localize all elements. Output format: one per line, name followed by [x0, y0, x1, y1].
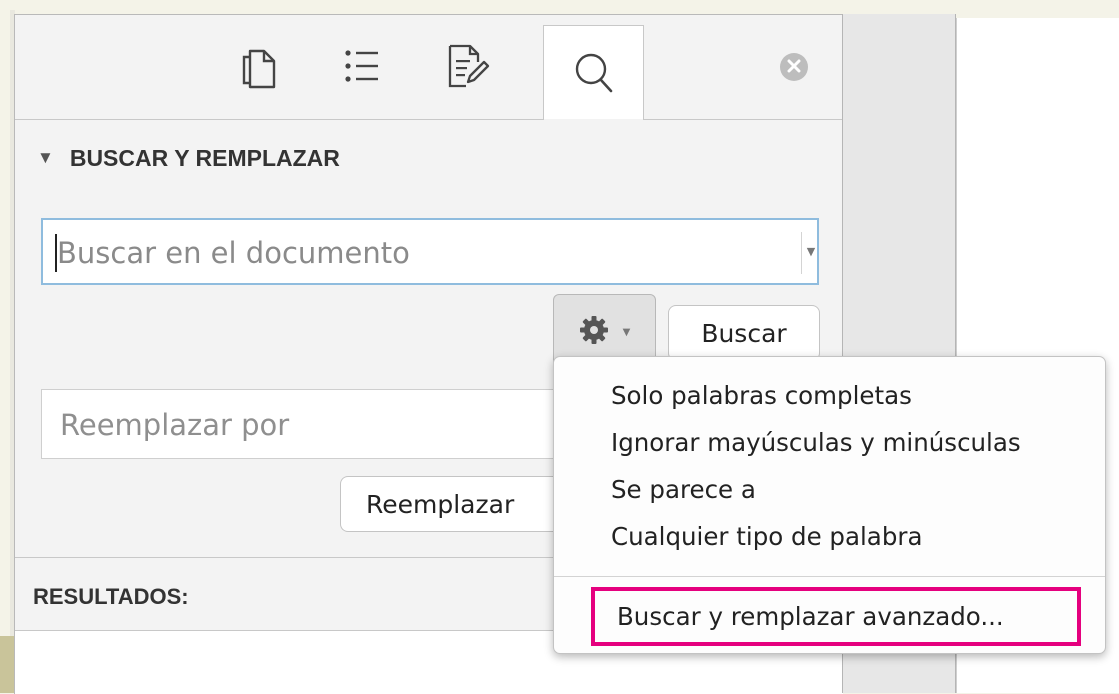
results-header: RESULTADOS: — [33, 584, 189, 609]
section-title: BUSCAR Y REMPLAZAR — [69, 144, 340, 171]
replace-input-box[interactable] — [41, 389, 561, 459]
menu-item-whole-words[interactable]: Solo palabras completas — [611, 377, 912, 415]
search-history-dropdown[interactable]: ▼ — [803, 220, 819, 283]
close-icon — [787, 58, 801, 77]
tab-pages[interactable] — [223, 25, 293, 107]
gear-icon — [579, 315, 609, 349]
decorative-corner — [0, 636, 14, 693]
replace-input[interactable] — [58, 402, 542, 448]
search-options-menu: Solo palabras completas Ignorar mayúscul… — [553, 356, 1106, 654]
menu-item-sounds-like[interactable]: Se parece a — [611, 471, 756, 509]
tab-strip-border — [15, 119, 843, 120]
chevron-down-icon: ▼ — [622, 326, 631, 338]
text-caret — [55, 234, 57, 272]
search-icon — [573, 51, 615, 95]
section-header-find-replace[interactable]: ▼ BUSCAR Y REMPLAZAR — [37, 140, 340, 176]
menu-item-match-case[interactable]: Ignorar mayúsculas y minúsculas — [611, 424, 1021, 462]
pages-icon — [238, 43, 278, 89]
menu-separator — [554, 576, 1105, 577]
tab-search[interactable] — [543, 25, 644, 120]
search-input[interactable] — [55, 230, 759, 276]
close-pane-button[interactable] — [780, 53, 808, 81]
edit-document-icon — [444, 42, 492, 90]
tab-edit[interactable] — [433, 25, 503, 107]
tab-outline[interactable] — [327, 25, 397, 107]
chevron-down-icon: ▼ — [806, 245, 816, 258]
collapse-triangle-icon: ▼ — [37, 148, 54, 167]
list-icon — [342, 45, 382, 87]
search-button[interactable]: Buscar — [668, 305, 820, 361]
replace-button[interactable]: Reemplazar — [340, 476, 570, 532]
search-input-box[interactable]: ▼ — [41, 218, 819, 285]
menu-item-all-word-forms[interactable]: Cualquier tipo de palabra — [611, 518, 922, 556]
menu-item-advanced-find-replace[interactable]: Buscar y remplazar avanzado... — [591, 587, 1081, 646]
